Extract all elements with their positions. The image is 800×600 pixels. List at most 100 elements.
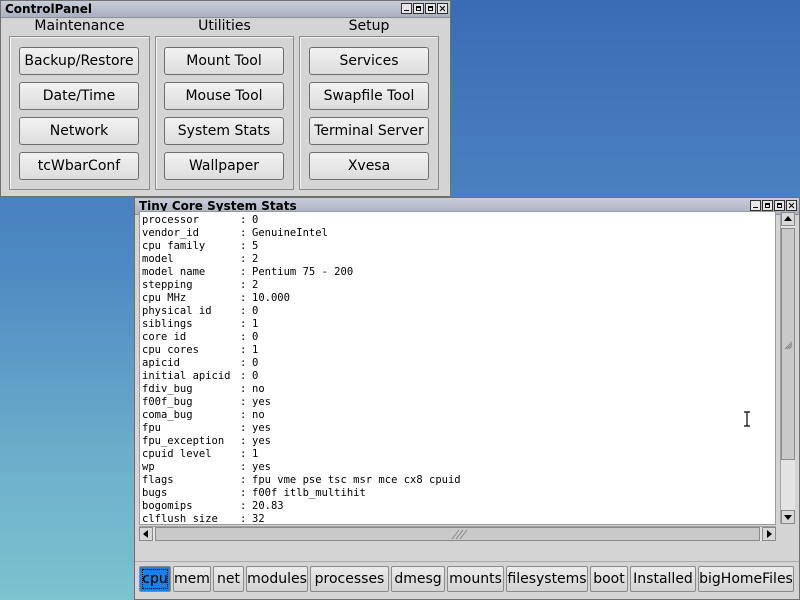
stat-value: 1 bbox=[252, 448, 259, 460]
stat-key: processor bbox=[142, 214, 199, 226]
stat-value: 1 bbox=[252, 344, 259, 356]
scroll-left-arrow-icon[interactable] bbox=[139, 527, 153, 541]
stat-value: no bbox=[252, 409, 265, 421]
swapfile-tool-button[interactable]: Swapfile Tool bbox=[309, 82, 429, 110]
stat-key: cpu MHz bbox=[142, 292, 187, 304]
stat-separator: : bbox=[240, 474, 247, 486]
mouse-tool-button[interactable]: Mouse Tool bbox=[164, 82, 284, 110]
stat-separator: : bbox=[240, 357, 247, 369]
stat-value: yes bbox=[252, 422, 271, 434]
stat-value: f00f itlb_multihit bbox=[252, 487, 366, 499]
tab-dmesg[interactable]: dmesg bbox=[391, 566, 445, 592]
date-time-button[interactable]: Date/Time bbox=[19, 82, 139, 110]
stat-separator: : bbox=[240, 435, 247, 447]
stat-separator: : bbox=[240, 279, 247, 291]
stat-separator: : bbox=[240, 422, 247, 434]
tab-modules[interactable]: modules bbox=[246, 566, 308, 592]
network-button[interactable]: Network bbox=[19, 117, 139, 145]
scroll-right-arrow-icon[interactable] bbox=[762, 527, 776, 541]
stat-key: clflush size bbox=[142, 513, 218, 525]
stat-value: 0 bbox=[252, 357, 259, 369]
stat-key: wp bbox=[142, 461, 155, 473]
stat-value: yes bbox=[252, 435, 271, 447]
tab-bighomefiles[interactable]: bigHomeFiles bbox=[698, 566, 794, 592]
horizontal-scrollbar[interactable] bbox=[139, 526, 776, 541]
control-panel-titlebar[interactable]: ControlPanel bbox=[1, 1, 450, 18]
tab-filesystems[interactable]: filesystems bbox=[506, 566, 588, 592]
tab-processes[interactable]: processes bbox=[310, 566, 389, 592]
stat-key: coma_bug bbox=[142, 409, 193, 421]
restore-icon[interactable] bbox=[413, 3, 424, 14]
stat-separator: : bbox=[240, 513, 247, 525]
stat-separator: : bbox=[240, 331, 247, 343]
tcwbarconf-button[interactable]: tcWbarConf bbox=[19, 152, 139, 180]
stat-value: 0 bbox=[252, 305, 259, 317]
services-button[interactable]: Services bbox=[309, 47, 429, 75]
control-panel-title: ControlPanel bbox=[5, 2, 92, 16]
close-icon[interactable] bbox=[786, 200, 797, 211]
stat-value: GenuineIntel bbox=[252, 227, 328, 239]
stats-text-area[interactable]: processor:0 vendor_id: GenuineIntel cpu f… bbox=[139, 211, 776, 525]
minimize-icon[interactable] bbox=[401, 3, 412, 14]
stat-key: flags bbox=[142, 474, 174, 486]
stat-key: vendor_id bbox=[142, 227, 199, 239]
stat-key: model bbox=[142, 253, 174, 265]
stat-key: cpu family bbox=[142, 240, 206, 252]
stat-separator: : bbox=[240, 318, 247, 330]
control-panel-window: ControlPanel Maintenance Utilities Setup… bbox=[0, 0, 451, 197]
stat-value: yes bbox=[252, 461, 271, 473]
stat-key: siblings bbox=[142, 318, 193, 330]
tab-boot[interactable]: boot bbox=[590, 566, 628, 592]
stat-separator: : bbox=[240, 396, 247, 408]
stat-value: no bbox=[252, 383, 265, 395]
tab-net[interactable]: net bbox=[213, 566, 244, 592]
stat-key: bugs bbox=[142, 487, 168, 499]
stat-value: 0 bbox=[252, 331, 259, 343]
tab-installed[interactable]: Installed bbox=[630, 566, 696, 592]
restore-icon[interactable] bbox=[762, 200, 773, 211]
stat-key: bogomips bbox=[142, 500, 193, 512]
section-title-utilities: Utilities bbox=[198, 18, 251, 34]
xvesa-button[interactable]: Xvesa bbox=[309, 152, 429, 180]
stat-value: 5 bbox=[252, 240, 259, 252]
vertical-scroll-thumb[interactable] bbox=[781, 228, 795, 460]
scroll-up-arrow-icon[interactable] bbox=[781, 212, 795, 226]
stat-value: 10.000 bbox=[252, 292, 290, 304]
stat-key: cpu cores bbox=[142, 344, 199, 356]
stat-separator: : bbox=[240, 305, 247, 317]
minimize-icon[interactable] bbox=[750, 200, 761, 211]
system-stats-button[interactable]: System Stats bbox=[164, 117, 284, 145]
tab-cpu[interactable]: cpu bbox=[139, 566, 171, 592]
maximize-icon[interactable] bbox=[425, 3, 436, 14]
maximize-icon[interactable] bbox=[774, 200, 785, 211]
stat-value: 0 bbox=[252, 214, 259, 226]
stat-value: 0 bbox=[252, 370, 259, 382]
text-cursor-icon bbox=[744, 411, 750, 427]
stat-key: physical id bbox=[142, 305, 212, 317]
stat-value: fpu vme pse tsc msr mce cx8 cpuid bbox=[252, 474, 461, 486]
stat-key: core id bbox=[142, 331, 187, 343]
stat-key: apicid bbox=[142, 357, 180, 369]
close-icon[interactable] bbox=[437, 3, 448, 14]
stat-value: 2 bbox=[252, 279, 259, 291]
stat-separator: : bbox=[240, 383, 247, 395]
stat-key: initial apicid bbox=[142, 370, 231, 382]
stat-key: fpu bbox=[142, 422, 161, 434]
tab-bar: cpu mem net modules processes dmesg moun… bbox=[135, 561, 799, 594]
stat-value: 20.83 bbox=[252, 500, 284, 512]
terminal-server-button[interactable]: Terminal Server bbox=[309, 117, 429, 145]
stat-separator: : bbox=[240, 409, 247, 421]
stat-key: f00f_bug bbox=[142, 396, 193, 408]
scroll-down-arrow-icon[interactable] bbox=[781, 510, 795, 524]
stat-separator: : bbox=[240, 448, 247, 460]
tab-mounts[interactable]: mounts bbox=[447, 566, 504, 592]
stat-value: 2 bbox=[252, 253, 259, 265]
tab-mem[interactable]: mem bbox=[173, 566, 211, 592]
stat-value: 1 bbox=[252, 318, 259, 330]
stat-separator: : bbox=[240, 461, 247, 473]
wallpaper-button[interactable]: Wallpaper bbox=[164, 152, 284, 180]
mount-tool-button[interactable]: Mount Tool bbox=[164, 47, 284, 75]
horizontal-scroll-thumb[interactable] bbox=[155, 527, 760, 541]
vertical-scrollbar[interactable] bbox=[780, 212, 795, 524]
backup-restore-button[interactable]: Backup/Restore bbox=[19, 47, 139, 75]
